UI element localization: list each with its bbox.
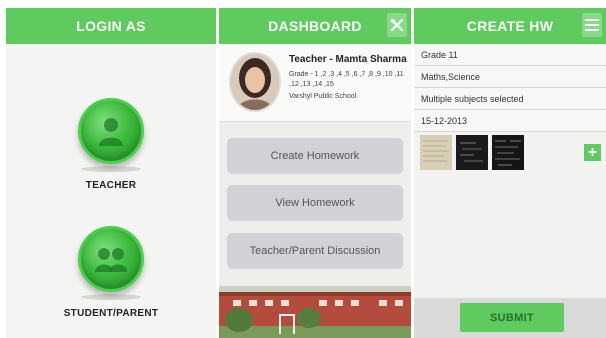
attachment-thumbnail[interactable]: [492, 135, 524, 170]
teacher-profile: Teacher - Mamta Sharma Grade - 1 ,2 ,3 ,…: [219, 44, 411, 122]
grade-field[interactable]: Grade 11: [414, 44, 606, 66]
dashboard-title: DASHBOARD: [268, 18, 362, 34]
student-parent-label: STUDENT/PARENT: [63, 308, 159, 319]
login-screen: LOGIN AS TEACHER STUDENT/PARENT: [6, 8, 216, 338]
create-hw-screen: CREATE HW Grade 11 Maths,Science Multipl…: [414, 8, 606, 338]
tools-icon: [390, 18, 404, 32]
student-parent-icon: [95, 248, 127, 272]
school-name: Varshyl Public School: [289, 93, 357, 100]
view-homework-button[interactable]: View Homework: [227, 185, 403, 220]
create-hw-title: CREATE HW: [466, 18, 554, 34]
create-homework-button[interactable]: Create Homework: [227, 138, 403, 173]
create-hw-header: CREATE HW: [414, 8, 606, 44]
create-hw-footer: SUBMIT: [414, 298, 606, 338]
student-parent-role[interactable]: STUDENT/PARENT: [6, 226, 216, 319]
teacher-label: TEACHER: [85, 180, 137, 191]
attachment-thumbnail[interactable]: [420, 135, 452, 170]
student-parent-button[interactable]: [78, 226, 144, 292]
attachment-thumbnails: [420, 135, 524, 170]
add-attachment-button[interactable]: +: [584, 144, 601, 161]
avatar: [229, 52, 281, 112]
teacher-button-shadow: [81, 166, 141, 172]
selection-status: Multiple subjects selected: [414, 88, 606, 110]
teacher-button[interactable]: [78, 98, 144, 164]
subjects-field[interactable]: Maths,Science: [414, 66, 606, 88]
discussion-button[interactable]: Teacher/Parent Discussion: [227, 233, 403, 268]
dashboard-screen: DASHBOARD Teacher - Mamta Sharma Grade -…: [219, 8, 411, 338]
menu-icon: [585, 19, 599, 31]
attachment-thumbnail[interactable]: [456, 135, 488, 170]
tools-button[interactable]: [387, 13, 407, 37]
teacher-grades: Grade - 1 ,2 ,3 ,4 ,5 ,6 ,7 ,8 ,9 ,10 ,1…: [289, 71, 404, 88]
school-photo: [219, 286, 411, 338]
login-title: LOGIN AS: [76, 18, 146, 34]
teacher-name: Teacher - Mamta Sharma: [289, 54, 407, 65]
login-header: LOGIN AS: [6, 8, 216, 44]
dashboard-header: DASHBOARD: [219, 8, 411, 44]
submit-button[interactable]: SUBMIT: [460, 303, 564, 332]
teacher-role[interactable]: TEACHER: [6, 98, 216, 191]
menu-button[interactable]: [582, 13, 602, 37]
student-parent-button-shadow: [81, 294, 141, 300]
teacher-icon: [99, 118, 123, 146]
date-field[interactable]: 15-12-2013: [414, 110, 606, 132]
